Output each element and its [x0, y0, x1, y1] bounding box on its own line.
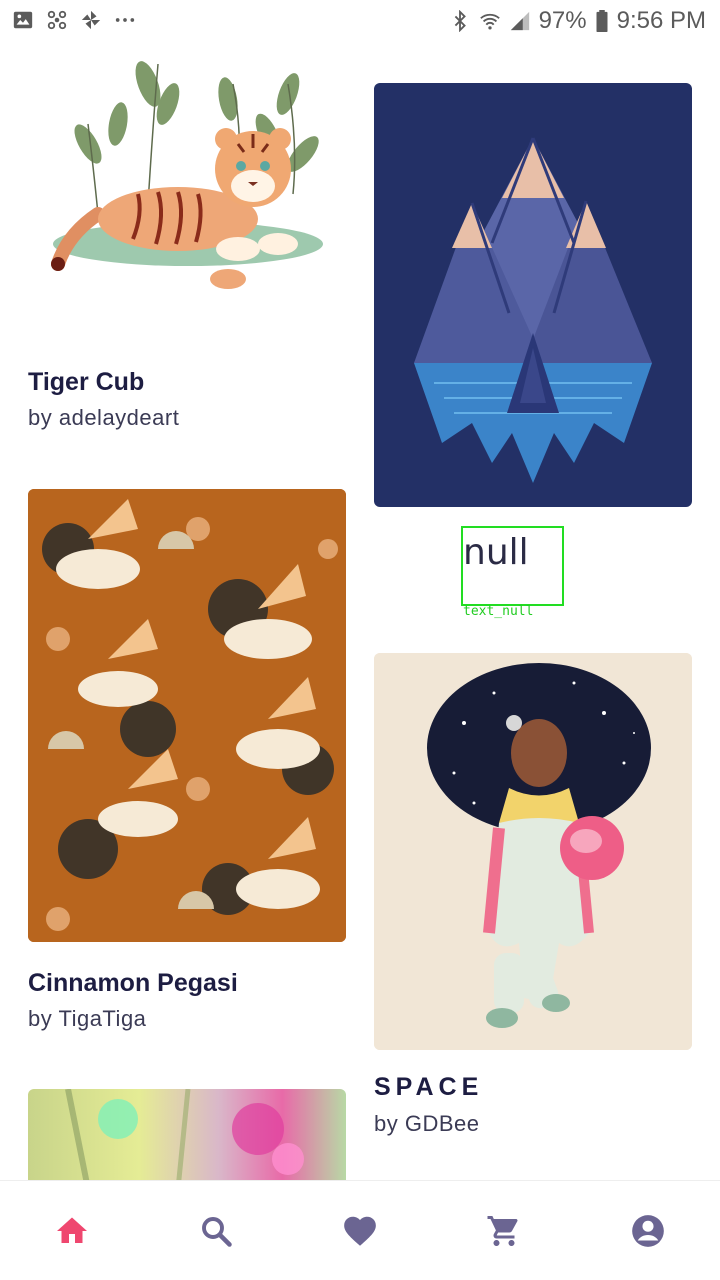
status-bar: 97% 9:56 PM	[0, 0, 720, 44]
cart-icon	[487, 1216, 518, 1246]
status-bar-left	[12, 9, 136, 31]
pinwheel-icon	[81, 10, 101, 30]
artwork-title-null: null	[463, 532, 529, 573]
artwork-card-tiger-cub[interactable]: Tiger Cub by adelaydeart	[0, 44, 360, 464]
artwork-image-tiger-cub[interactable]	[28, 44, 346, 334]
artwork-image-abstract[interactable]	[28, 1089, 346, 1180]
artwork-card-space[interactable]: SPACE by GDBee	[360, 653, 720, 1173]
nav-favorites[interactable]	[340, 1211, 380, 1251]
artwork-feed[interactable]: Tiger Cub by adelaydeart null text_null …	[0, 44, 720, 1180]
nav-search[interactable]	[196, 1211, 236, 1251]
search-icon	[202, 1217, 232, 1247]
more-icon	[115, 18, 135, 22]
nav-cart[interactable]	[484, 1211, 524, 1251]
artwork-image-mountains[interactable]	[374, 83, 692, 507]
battery-icon	[596, 10, 608, 32]
image-icon	[13, 11, 33, 29]
artwork-image-space[interactable]	[374, 653, 692, 1050]
artwork-artist[interactable]: by GDBee	[374, 1111, 480, 1137]
clock: 9:56 PM	[616, 7, 706, 34]
artwork-card-partial[interactable]	[0, 1089, 360, 1180]
debug-label: text_null	[463, 604, 534, 619]
artwork-title: SPACE	[374, 1073, 484, 1101]
artwork-artist[interactable]: by adelaydeart	[28, 405, 179, 431]
artwork-title: Cinnamon Pegasi	[28, 969, 238, 997]
wifi-icon	[479, 13, 500, 30]
artwork-image-cinnamon-pegasi[interactable]	[28, 489, 346, 942]
artwork-card-cinnamon-pegasi[interactable]: Cinnamon Pegasi by TigaTiga	[0, 489, 360, 1049]
artwork-artist[interactable]: by TigaTiga	[28, 1006, 146, 1032]
bottom-navigation	[0, 1180, 720, 1280]
artwork-title: Tiger Cub	[28, 368, 145, 396]
bluetooth-icon	[454, 10, 466, 32]
fan-icon	[47, 10, 67, 30]
heart-icon	[344, 1216, 376, 1246]
status-bar-right: 97% 9:56 PM	[449, 7, 706, 35]
nav-account[interactable]	[628, 1211, 668, 1251]
signal-icon	[510, 11, 529, 31]
nav-home[interactable]	[52, 1211, 92, 1251]
account-icon	[632, 1215, 664, 1247]
battery-percentage: 97%	[538, 7, 587, 34]
home-icon	[57, 1217, 87, 1243]
